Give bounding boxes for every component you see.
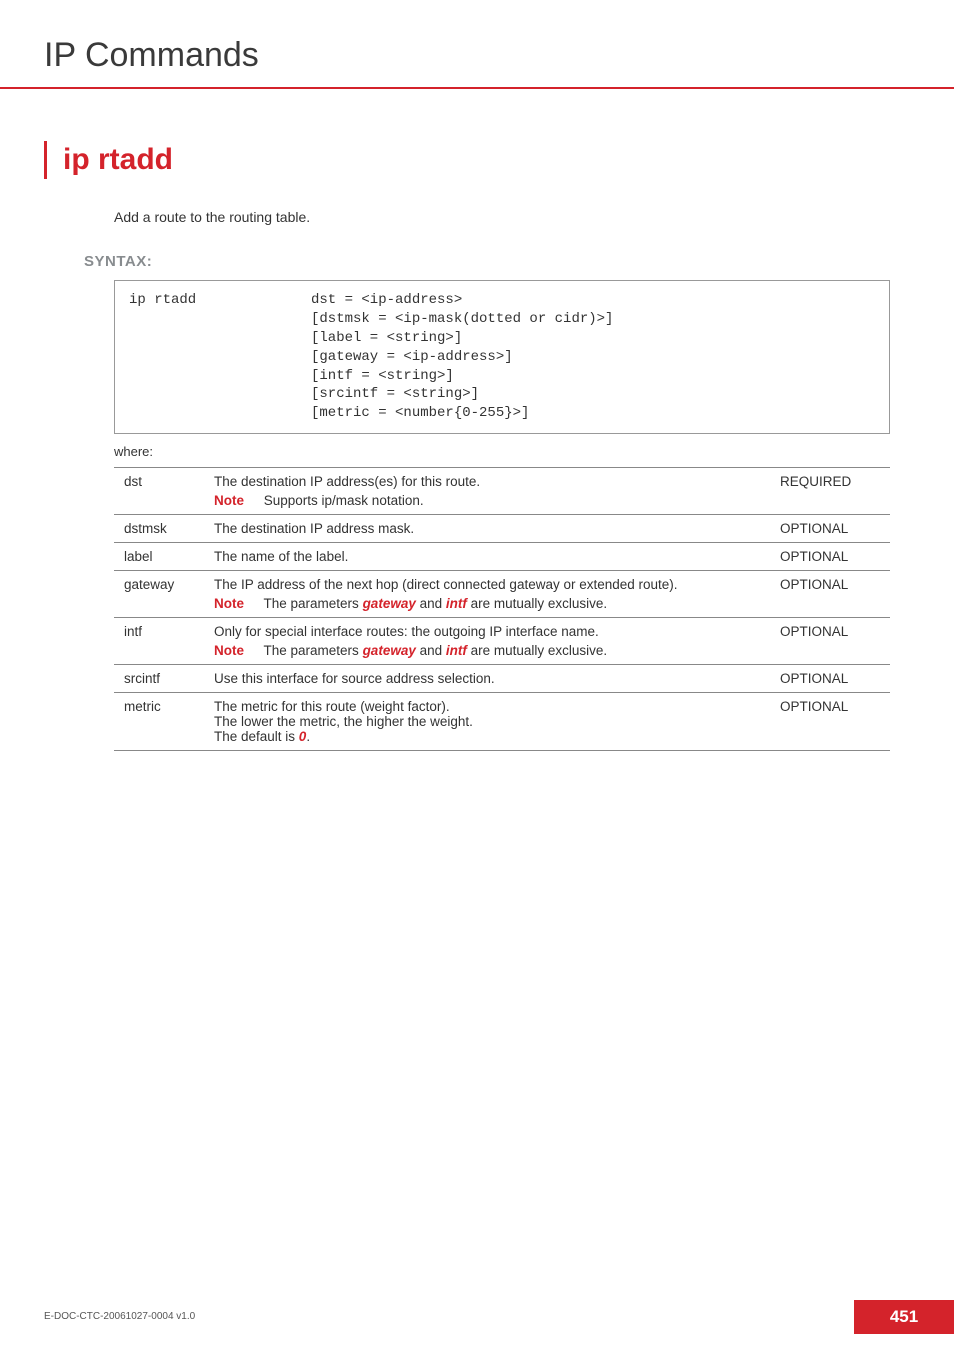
param-req: OPTIONAL — [780, 693, 890, 751]
param-name: dstmsk — [114, 515, 214, 543]
param-name: dst — [114, 468, 214, 515]
note-text: Supports ip/mask notation. — [264, 493, 424, 508]
note-label: Note — [214, 493, 260, 508]
param-name: gateway — [114, 571, 214, 618]
param-desc-line: The metric for this route (weight factor… — [214, 699, 772, 714]
param-req: OPTIONAL — [780, 515, 890, 543]
table-row: srcintf Use this interface for source ad… — [114, 665, 890, 693]
param-desc: The destination IP address mask. — [214, 515, 780, 543]
param-req: OPTIONAL — [780, 665, 890, 693]
syntax-command: ip rtadd — [129, 291, 311, 310]
section-title: ip rtadd — [63, 143, 890, 177]
chapter-title: IP Commands — [44, 36, 890, 75]
param-name: intf — [114, 618, 214, 665]
param-name: label — [114, 543, 214, 571]
section-intro: Add a route to the routing table. — [114, 209, 890, 225]
params-table: dst The destination IP address(es) for t… — [114, 467, 890, 751]
note-text: The parameters gateway and intf are mutu… — [264, 596, 608, 611]
note-label: Note — [214, 643, 260, 658]
note-label: Note — [214, 596, 260, 611]
param-desc: Use this interface for source address se… — [214, 665, 780, 693]
param-default: The default is 0. — [214, 729, 772, 744]
page-number-badge: 451 — [854, 1300, 954, 1334]
header-rule — [0, 87, 954, 89]
table-row: intf Only for special interface routes: … — [114, 618, 890, 665]
syntax-arg: [metric = <number{0-255}>] — [311, 404, 529, 423]
table-row: dstmsk The destination IP address mask. … — [114, 515, 890, 543]
syntax-arg: [gateway = <ip-address>] — [311, 348, 513, 367]
syntax-arg: dst = <ip-address> — [311, 291, 462, 310]
syntax-arg: [intf = <string>] — [311, 367, 454, 386]
param-req: OPTIONAL — [780, 543, 890, 571]
footer-doc-id: E-DOC-CTC-20061027-0004 v1.0 — [44, 1311, 954, 1322]
table-row: label The name of the label. OPTIONAL — [114, 543, 890, 571]
syntax-heading: SYNTAX: — [84, 253, 890, 270]
param-name: srcintf — [114, 665, 214, 693]
table-row: gateway The IP address of the next hop (… — [114, 571, 890, 618]
param-desc: Only for special interface routes: the o… — [214, 624, 772, 639]
table-row: dst The destination IP address(es) for t… — [114, 468, 890, 515]
syntax-arg: [srcintf = <string>] — [311, 385, 479, 404]
note-text: The parameters gateway and intf are mutu… — [264, 643, 608, 658]
param-desc: The IP address of the next hop (direct c… — [214, 577, 772, 592]
section-heading: ip rtadd — [44, 141, 890, 179]
param-name: metric — [114, 693, 214, 751]
param-desc: The name of the label. — [214, 543, 780, 571]
param-req: OPTIONAL — [780, 618, 890, 665]
where-label: where: — [114, 444, 890, 459]
param-desc: The destination IP address(es) for this … — [214, 474, 772, 489]
param-desc-line: The lower the metric, the higher the wei… — [214, 714, 772, 729]
param-req: OPTIONAL — [780, 571, 890, 618]
table-row: metric The metric for this route (weight… — [114, 693, 890, 751]
param-req: REQUIRED — [780, 468, 890, 515]
syntax-arg: [dstmsk = <ip-mask(dotted or cidr)>] — [311, 310, 613, 329]
syntax-arg: [label = <string>] — [311, 329, 462, 348]
syntax-codebox: ip rtadddst = <ip-address>[dstmsk = <ip-… — [114, 280, 890, 434]
